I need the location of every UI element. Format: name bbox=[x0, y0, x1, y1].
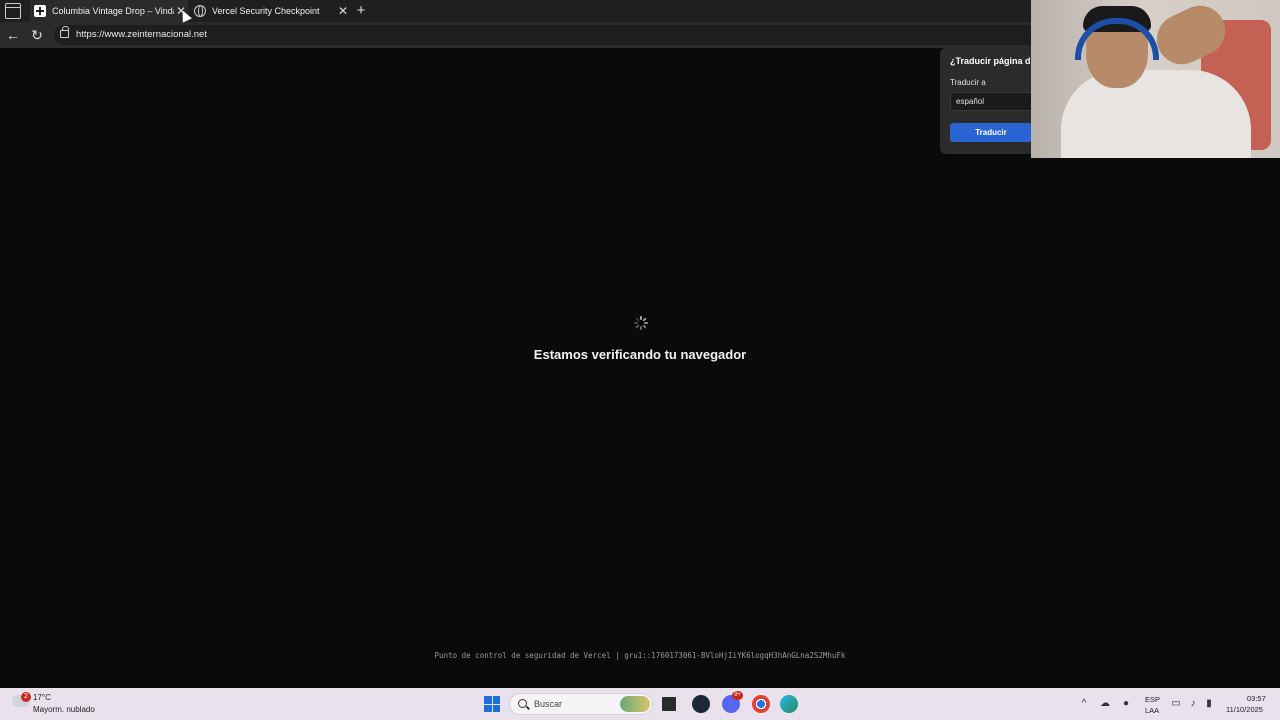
edge-icon[interactable] bbox=[780, 695, 798, 713]
chrome-icon[interactable] bbox=[752, 695, 770, 713]
temperature: 17°C bbox=[33, 693, 51, 702]
taskbar-search[interactable]: Buscar bbox=[509, 693, 653, 715]
network-icon[interactable]: ▭ bbox=[1170, 698, 1182, 710]
search-icon bbox=[518, 699, 527, 708]
address-bar[interactable]: https://www.zeinternacional.net bbox=[54, 25, 1044, 45]
security-footer: Punto de control de seguridad de Vercel … bbox=[434, 651, 846, 660]
back-icon[interactable]: ← bbox=[4, 26, 22, 44]
translate-title: ¿Traducir página d bbox=[950, 56, 1031, 66]
close-icon[interactable]: ✕ bbox=[336, 4, 350, 18]
weather-condition: Mayorm. nublado bbox=[33, 705, 95, 714]
mic-icon[interactable]: ● bbox=[1120, 698, 1132, 710]
search-placeholder: Buscar bbox=[534, 699, 563, 709]
windows-start-icon[interactable] bbox=[484, 696, 500, 712]
webcam-overlay bbox=[1031, 0, 1280, 158]
tab-label: Vercel Security Checkpoint bbox=[212, 6, 320, 16]
onedrive-icon[interactable]: ☁ bbox=[1099, 698, 1111, 710]
tab-vercel[interactable]: Vercel Security Checkpoint ✕ bbox=[190, 0, 350, 22]
file-explorer-icon[interactable] bbox=[662, 697, 676, 711]
weather-badge: 2 bbox=[21, 692, 31, 702]
clock-date[interactable]: 11/10/2025 bbox=[1226, 705, 1263, 714]
volume-icon[interactable]: ♪ bbox=[1187, 698, 1199, 710]
reload-icon[interactable]: ↻ bbox=[28, 26, 46, 44]
tab-label: Columbia Vintage Drop – Vindays bbox=[52, 6, 174, 16]
new-tab-button[interactable]: + bbox=[352, 1, 370, 21]
language-top[interactable]: ESP bbox=[1145, 695, 1160, 704]
globe-favicon bbox=[194, 5, 206, 17]
steam-icon[interactable] bbox=[692, 695, 710, 713]
chevron-up-icon[interactable]: ^ bbox=[1078, 698, 1090, 710]
discord-badge: 9+ bbox=[732, 691, 743, 700]
clock-time[interactable]: 03:57 bbox=[1247, 694, 1266, 703]
spinner-icon bbox=[634, 316, 648, 330]
translate-popup: ¿Traducir página d Traducir a español Tr… bbox=[940, 48, 1040, 154]
tab-columbia[interactable]: Columbia Vintage Drop – Vindays ✕ bbox=[30, 0, 188, 22]
translate-button[interactable]: Traducir bbox=[950, 123, 1032, 142]
language-bottom[interactable]: LAA bbox=[1145, 706, 1159, 715]
plus-favicon bbox=[34, 5, 46, 17]
page-heading: Estamos verificando tu navegador bbox=[533, 347, 747, 362]
language-select[interactable]: español bbox=[950, 92, 1040, 111]
lock-icon[interactable] bbox=[60, 26, 69, 38]
url-text: https://www.zeinternacional.net bbox=[76, 29, 207, 40]
tab-actions-icon[interactable] bbox=[5, 3, 21, 19]
battery-icon[interactable]: ▮ bbox=[1203, 698, 1215, 710]
search-highlight-image bbox=[620, 696, 650, 712]
translate-label: Traducir a bbox=[950, 78, 986, 87]
taskbar: 2 17°C Mayorm. nublado Buscar 9+ ^ ☁ ● E… bbox=[0, 688, 1280, 720]
